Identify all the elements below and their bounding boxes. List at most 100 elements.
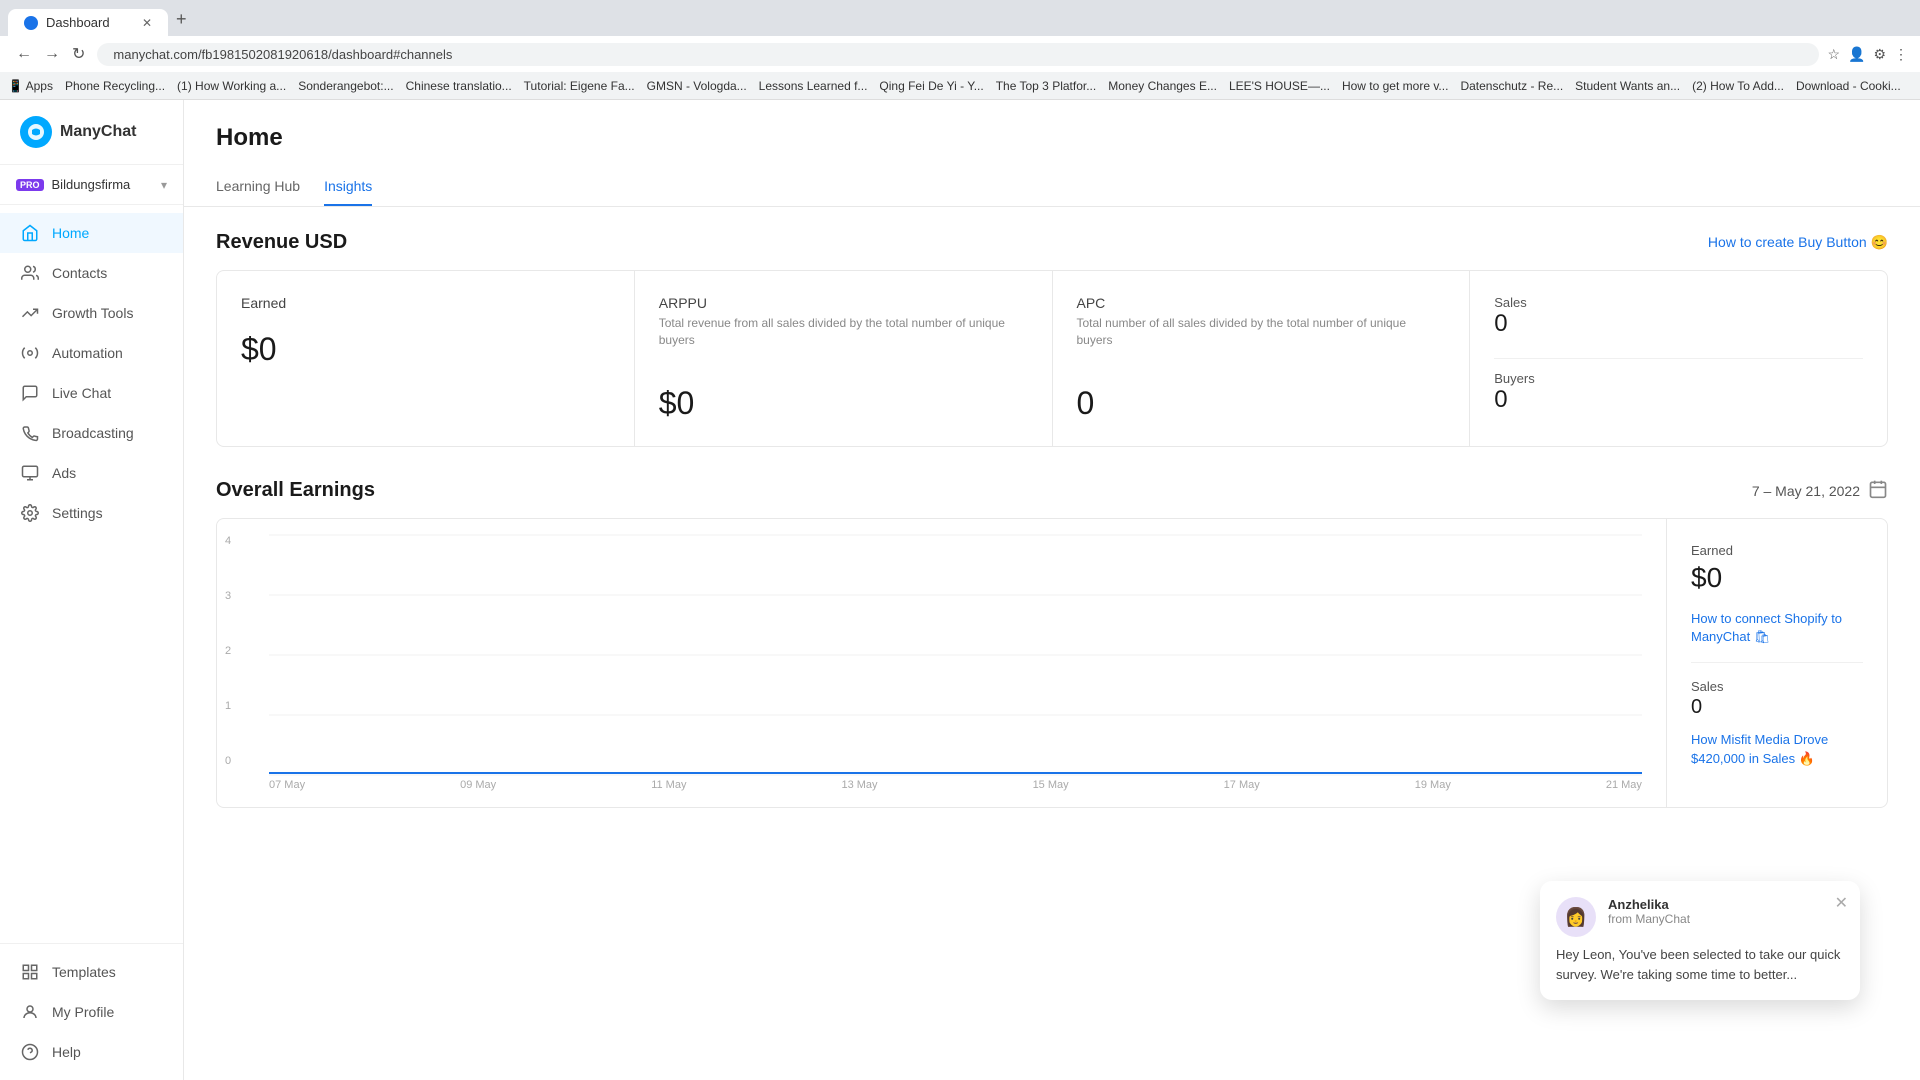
y-label-0: 0 (225, 755, 231, 767)
buy-button-link[interactable]: How to create Buy Button 😊 (1708, 234, 1888, 251)
tab-insights[interactable]: Insights (324, 168, 372, 206)
settings-icon (20, 503, 40, 523)
bookmark-8[interactable]: Qing Fei De Yi - Y... (879, 79, 983, 93)
bookmark-16[interactable]: Download - Cooki... (1796, 79, 1901, 93)
bookmark-6[interactable]: GMSN - Vologda... (647, 79, 747, 93)
back-button[interactable]: ← (12, 42, 36, 66)
tab-learning-hub[interactable]: Learning Hub (216, 168, 300, 206)
sidebar-item-broadcasting[interactable]: Broadcasting (0, 413, 183, 453)
bookmark-5[interactable]: Tutorial: Eigene Fa... (524, 79, 635, 93)
shopify-link[interactable]: How to connect Shopify to ManyChat 🛍 (1691, 611, 1842, 644)
misfit-link[interactable]: How Misfit Media Drove $420,000 in Sales… (1691, 731, 1863, 767)
close-tab-button[interactable]: ✕ (142, 16, 152, 30)
sales-value: 0 (1494, 310, 1863, 338)
tab-bar: Dashboard ✕ + (0, 0, 1920, 36)
sidebar-bottom: Templates My Profile Help (0, 943, 183, 1080)
profile-icon[interactable]: 👤 (1848, 46, 1865, 63)
forward-button[interactable]: → (40, 42, 64, 66)
page-header: Home Learning Hub Insights (184, 100, 1920, 207)
sidebar-item-templates[interactable]: Templates (0, 952, 183, 992)
reload-button[interactable]: ↻ (68, 42, 89, 66)
bookmark-3[interactable]: Sonderangebot:... (298, 79, 393, 93)
earned-value: $0 (241, 331, 610, 368)
earnings-header: Overall Earnings 7 – May 21, 2022 (216, 479, 1888, 502)
chart-x-axis: 07 May 09 May 11 May 13 May 15 May 17 Ma… (269, 775, 1642, 791)
bookmark-2[interactable]: (1) How Working a... (177, 79, 286, 93)
bookmark-7[interactable]: Lessons Learned f... (759, 79, 868, 93)
chat-popup-header: 👩 Anzhelika from ManyChat (1556, 897, 1844, 937)
chat-popup: ✕ 👩 Anzhelika from ManyChat Hey Leon, Yo… (1540, 881, 1860, 1000)
bookmark-11[interactable]: LEE'S HOUSE—... (1229, 79, 1330, 93)
sidebar-item-automation[interactable]: Automation (0, 333, 183, 373)
browser-chrome: Dashboard ✕ + ← → ↻ manychat.com/fb19815… (0, 0, 1920, 72)
chat-agent-company: from ManyChat (1608, 912, 1690, 926)
date-range: 7 – May 21, 2022 (1752, 479, 1888, 502)
earned-card: Earned $0 (217, 271, 634, 446)
arppu-label: ARPPU (659, 295, 1028, 311)
x-label-13may: 13 May (841, 779, 877, 791)
chat-close-button[interactable]: ✕ (1835, 893, 1848, 913)
bookmark-12[interactable]: How to get more v... (1342, 79, 1448, 93)
sidebar-item-contacts[interactable]: Contacts (0, 253, 183, 293)
chart-svg (269, 535, 1642, 775)
sales-buyers-card: Sales 0 Buyers 0 (1470, 271, 1887, 446)
x-label-21may: 21 May (1606, 779, 1642, 791)
sidebar-item-label-live-chat: Live Chat (52, 385, 111, 401)
bookmark-10[interactable]: Money Changes E... (1108, 79, 1217, 93)
sidebar-item-ads[interactable]: Ads (0, 453, 183, 493)
url-input[interactable]: manychat.com/fb1981502081920618/dashboar… (97, 43, 1819, 66)
sidebar-item-label-growth: Growth Tools (52, 305, 133, 321)
sidebar-nav: Home Contacts Growth Tools Automation (0, 205, 183, 943)
profile-nav-icon (20, 1002, 40, 1022)
browser-tab[interactable]: Dashboard ✕ (8, 9, 168, 36)
sidebar-item-live-chat[interactable]: Live Chat (0, 373, 183, 413)
page-tabs: Learning Hub Insights (184, 168, 1920, 207)
sidebar-item-label-contacts: Contacts (52, 265, 107, 281)
sidebar-item-growth-tools[interactable]: Growth Tools (0, 293, 183, 333)
menu-icon[interactable]: ⋮ (1894, 46, 1908, 63)
revenue-cards: Earned $0 ARPPU Total revenue from all s… (216, 270, 1888, 447)
sidebar-item-help[interactable]: Help (0, 1032, 183, 1072)
browser-actions: ☆ 👤 ⚙ ⋮ (1827, 46, 1908, 63)
logo-text: ManyChat (60, 123, 136, 141)
apc-desc: Total number of all sales divided by the… (1077, 315, 1446, 349)
extensions-icon[interactable]: ⚙ (1873, 46, 1886, 63)
bookmark-icon[interactable]: ☆ (1827, 46, 1840, 63)
bookmarks-bar: 📱 Apps Phone Recycling... (1) How Workin… (0, 72, 1920, 100)
sidebar-item-label-ads: Ads (52, 465, 76, 481)
bookmark-15[interactable]: (2) How To Add... (1692, 79, 1784, 93)
ads-icon (20, 463, 40, 483)
sidebar-item-label-broadcasting: Broadcasting (52, 425, 134, 441)
bookmark-apps[interactable]: 📱 Apps (8, 79, 53, 93)
apc-value: 0 (1077, 385, 1446, 422)
calendar-icon[interactable] (1868, 479, 1888, 502)
new-tab-button[interactable]: + (168, 3, 195, 36)
page-title: Home (216, 124, 1888, 152)
sidebar-item-label-my-profile: My Profile (52, 1004, 114, 1020)
sales-item: Sales 0 (1494, 295, 1863, 338)
growth-tools-icon (20, 303, 40, 323)
sidebar-item-my-profile[interactable]: My Profile (0, 992, 183, 1032)
y-label-3: 3 (225, 590, 231, 602)
sidebar-item-settings[interactable]: Settings (0, 493, 183, 533)
bookmark-4[interactable]: Chinese translatio... (406, 79, 512, 93)
manychat-logo-icon (20, 116, 52, 148)
y-label-1: 1 (225, 700, 231, 712)
x-label-15may: 15 May (1033, 779, 1069, 791)
bookmark-9[interactable]: The Top 3 Platfor... (996, 79, 1097, 93)
broadcasting-icon (20, 423, 40, 443)
y-label-4: 4 (225, 535, 231, 547)
bookmark-14[interactable]: Student Wants an... (1575, 79, 1680, 93)
arppu-card: ARPPU Total revenue from all sales divid… (635, 271, 1052, 446)
bookmark-1[interactable]: Phone Recycling... (65, 79, 165, 93)
account-switcher[interactable]: PRO Bildungsfirma ▾ (0, 165, 183, 205)
date-range-text: 7 – May 21, 2022 (1752, 483, 1860, 499)
contacts-icon (20, 263, 40, 283)
chart-earned-value: $0 (1691, 562, 1863, 594)
chat-avatar: 👩 (1556, 897, 1596, 937)
account-name: Bildungsfirma (52, 177, 153, 192)
x-label-07may: 07 May (269, 779, 305, 791)
buyers-label: Buyers (1494, 371, 1863, 386)
bookmark-13[interactable]: Datenschutz - Re... (1460, 79, 1563, 93)
sidebar-item-home[interactable]: Home (0, 213, 183, 253)
